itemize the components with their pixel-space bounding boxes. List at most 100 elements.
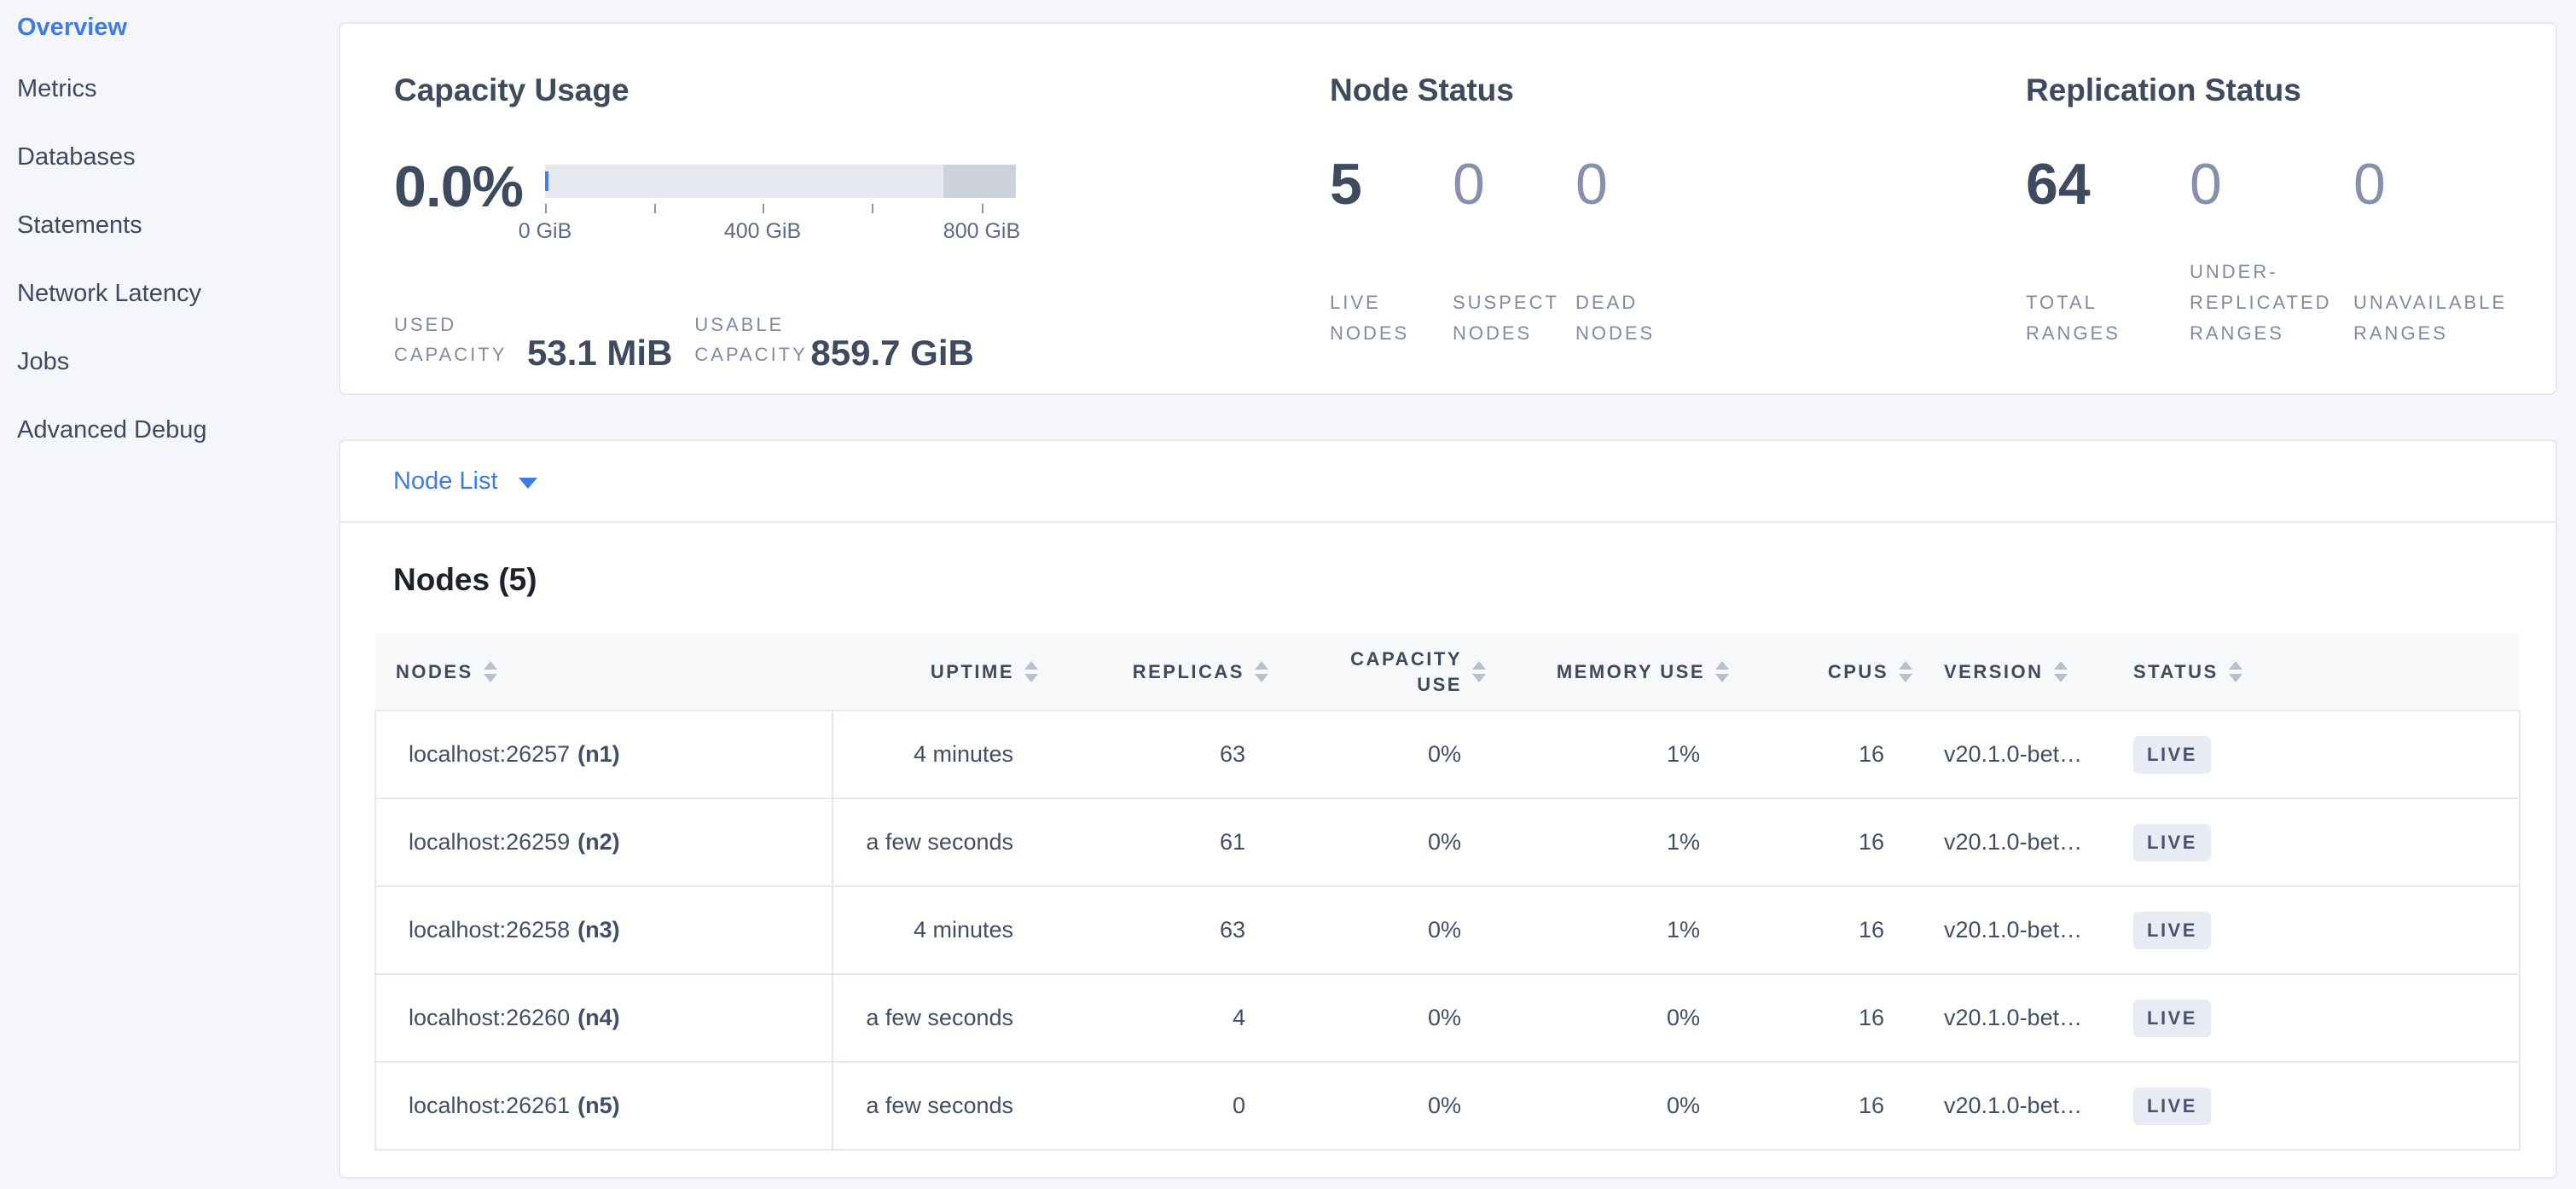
total-ranges-label: TOTAL RANGES <box>2026 287 2190 349</box>
cpus-cell: 16 <box>1730 798 1913 886</box>
unavailable-ranges-value: 0 <box>2353 160 2517 209</box>
status-cell: LIVE <box>2097 974 2520 1062</box>
column-header-version[interactable]: VERSION <box>1913 634 2097 710</box>
table-row[interactable]: localhost:26261(n5) a few seconds 0 0% 0… <box>375 1062 2520 1150</box>
under-replicated-ranges-value: 0 <box>2190 160 2353 209</box>
memory-use-cell: 0% <box>1487 974 1730 1062</box>
column-header-label: CAPACITY USE <box>1341 647 1462 698</box>
version-cell: v20.1.0-bet… <box>1913 710 2097 798</box>
column-header-memory-use[interactable]: MEMORY USE <box>1487 634 1730 710</box>
node-address-cell: localhost:26258(n3) <box>375 886 833 974</box>
column-header-cpus[interactable]: CPUS <box>1730 634 1913 710</box>
memory-use-cell: 1% <box>1487 886 1730 974</box>
unavailable-ranges-stat: 0 UNAVAILABLE RANGES <box>2353 160 2517 349</box>
sort-icon <box>2229 661 2242 682</box>
gauge-axis-label: 400 GiB <box>724 219 801 244</box>
memory-use-cell: 1% <box>1487 710 1730 798</box>
status-cell: LIVE <box>2097 1062 2520 1150</box>
nodes-table: NODES UPTIME REPLICAS CAPACITY USE MEMOR <box>374 634 2521 1151</box>
capacity-usage-section: Capacity Usage 0.0% 0 GiB 400 GiB 800 Gi… <box>394 70 1042 393</box>
nodes-table-title: Nodes (5) <box>393 562 2556 598</box>
cpus-cell: 16 <box>1730 1062 1913 1150</box>
column-header-replicas[interactable]: REPLICAS <box>1039 634 1269 710</box>
column-header-uptime[interactable]: UPTIME <box>833 634 1039 710</box>
capacity-use-cell: 0% <box>1269 710 1487 798</box>
capacity-used-percent: 0.0% <box>394 165 523 209</box>
dead-nodes-value: 0 <box>1575 160 1698 209</box>
node-address-cell: localhost:26257(n1) <box>375 710 833 798</box>
capacity-use-cell: 0% <box>1269 974 1487 1062</box>
table-row[interactable]: localhost:26259(n2) a few seconds 61 0% … <box>375 798 2520 886</box>
table-row[interactable]: localhost:26260(n4) a few seconds 4 0% 0… <box>375 974 2520 1062</box>
sort-icon <box>1715 661 1729 682</box>
gauge-tick <box>545 204 547 213</box>
sidebar-item-metrics[interactable]: Metrics <box>0 55 339 123</box>
cpus-cell: 16 <box>1730 886 1913 974</box>
sort-icon <box>1899 661 1912 682</box>
node-list-dropdown-label: Node List <box>393 467 498 496</box>
sort-icon <box>484 661 497 682</box>
uptime-cell: a few seconds <box>833 798 1039 886</box>
status-badge: LIVE <box>2133 824 2211 861</box>
sidebar: Overview Metrics Databases Statements Ne… <box>0 0 339 1189</box>
table-row[interactable]: localhost:26257(n1) 4 minutes 63 0% 1% 1… <box>375 710 2520 798</box>
table-row[interactable]: localhost:26258(n3) 4 minutes 63 0% 1% 1… <box>375 886 2520 974</box>
column-header-label: UPTIME <box>931 661 1014 683</box>
total-ranges-stat: 64 TOTAL RANGES <box>2026 160 2190 349</box>
gauge-axis-label: 800 GiB <box>943 219 1020 244</box>
gauge-tick <box>654 204 656 213</box>
version-cell: v20.1.0-bet… <box>1913 1062 2097 1150</box>
replication-status-section: Replication Status 64 TOTAL RANGES 0 UND… <box>2026 70 2521 393</box>
node-status-section: Node Status 5 LIVE NODES 0 SUSPECT NODES… <box>1330 70 1961 393</box>
capacity-usage-title: Capacity Usage <box>394 70 1042 110</box>
version-cell: v20.1.0-bet… <box>1913 886 2097 974</box>
gauge-tick <box>763 204 764 213</box>
column-header-nodes[interactable]: NODES <box>375 634 833 710</box>
version-cell: v20.1.0-bet… <box>1913 974 2097 1062</box>
live-nodes-value: 5 <box>1330 160 1453 209</box>
sidebar-item-advanced-debug[interactable]: Advanced Debug <box>0 396 339 464</box>
dead-nodes-stat: 0 DEAD NODES <box>1575 160 1698 349</box>
capacity-use-cell: 0% <box>1269 1062 1487 1150</box>
status-cell: LIVE <box>2097 798 2520 886</box>
uptime-cell: a few seconds <box>833 1062 1039 1150</box>
uptime-cell: 4 minutes <box>833 710 1039 798</box>
gauge-tick <box>982 204 983 213</box>
live-nodes-label: LIVE NODES <box>1330 287 1453 349</box>
node-address-cell: localhost:26261(n5) <box>375 1062 833 1150</box>
used-capacity-label: USED CAPACITY <box>394 310 524 369</box>
version-cell: v20.1.0-bet… <box>1913 798 2097 886</box>
gauge-tick <box>872 204 873 213</box>
node-address-cell: localhost:26260(n4) <box>375 974 833 1062</box>
replicas-cell: 63 <box>1039 710 1269 798</box>
sidebar-item-statements[interactable]: Statements <box>0 191 339 259</box>
cluster-summary-card: Capacity Usage 0.0% 0 GiB 400 GiB 800 Gi… <box>339 22 2557 395</box>
sidebar-item-network-latency[interactable]: Network Latency <box>0 259 339 328</box>
capacity-use-cell: 0% <box>1269 886 1487 974</box>
sidebar-item-overview[interactable]: Overview <box>0 0 339 55</box>
usable-capacity-label: USABLE CAPACITY <box>694 310 807 369</box>
replication-status-title: Replication Status <box>2026 70 2521 110</box>
node-list-dropdown[interactable]: Node List <box>340 441 2556 523</box>
unavailable-ranges-label: UNAVAILABLE RANGES <box>2353 287 2517 349</box>
node-list-card: Node List Nodes (5) NODES UPTIME <box>339 439 2557 1179</box>
column-header-label: NODES <box>396 661 473 683</box>
sort-icon <box>1024 661 1038 682</box>
sidebar-item-databases[interactable]: Databases <box>0 123 339 191</box>
node-status-title: Node Status <box>1330 70 1961 110</box>
column-header-label: MEMORY USE <box>1557 661 1705 683</box>
uptime-cell: a few seconds <box>833 974 1039 1062</box>
column-header-capacity-use[interactable]: CAPACITY USE <box>1269 634 1487 710</box>
under-replicated-ranges-label: UNDER-REPLICATED RANGES <box>2190 257 2353 349</box>
suspect-nodes-label: SUSPECT NODES <box>1453 287 1575 349</box>
capacity-gauge-bar <box>545 165 1016 198</box>
status-badge: LIVE <box>2133 736 2211 774</box>
cpus-cell: 16 <box>1730 710 1913 798</box>
status-badge: LIVE <box>2133 1000 2211 1037</box>
live-nodes-stat: 5 LIVE NODES <box>1330 160 1453 349</box>
sort-icon <box>2054 661 2068 682</box>
column-header-status[interactable]: STATUS <box>2097 634 2520 710</box>
memory-use-cell: 0% <box>1487 1062 1730 1150</box>
sort-icon <box>1255 661 1268 682</box>
sidebar-item-jobs[interactable]: Jobs <box>0 328 339 396</box>
